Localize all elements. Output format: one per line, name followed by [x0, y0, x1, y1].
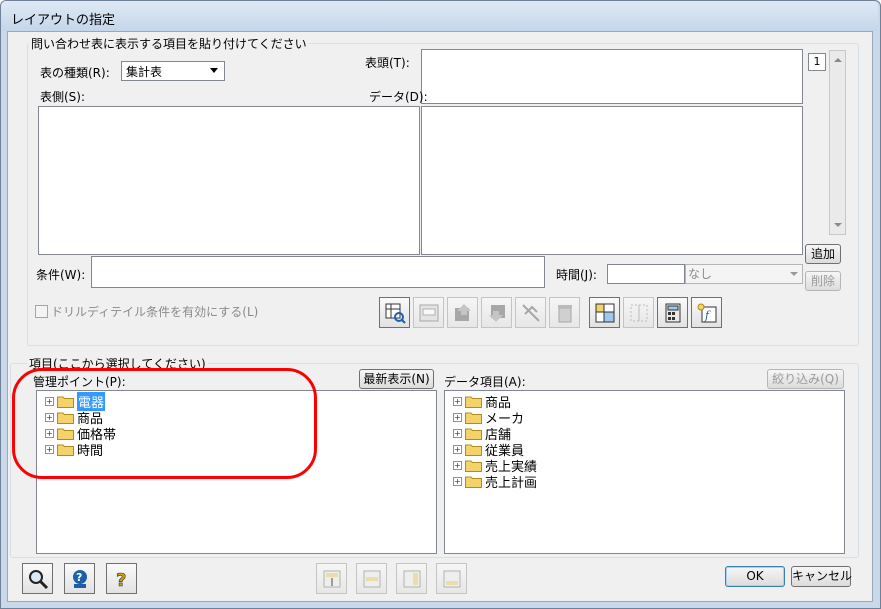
- folder-icon: [465, 412, 482, 424]
- paste-group-label: 問い合わせ表に表示する項目を貼り付けてください: [29, 35, 309, 52]
- svg-text:?: ?: [76, 571, 82, 584]
- folder-icon: [465, 460, 482, 472]
- chevron-down-icon: [790, 272, 798, 276]
- expand-plus-icon[interactable]: +: [453, 412, 462, 422]
- table-type-value: 集計表: [126, 64, 163, 79]
- insert-bottom-icon[interactable]: [436, 563, 467, 594]
- time-select-value: なし: [688, 267, 713, 281]
- title-bar[interactable]: レイアウトの指定: [1, 1, 878, 31]
- filter-button[interactable]: 絞り込み(Q): [767, 369, 844, 389]
- folder-icon: [465, 396, 482, 408]
- data-items-tree[interactable]: + 商品 + メーカ + 店舗 + 従業員 + 売上実績 + 売上計画: [444, 390, 845, 554]
- time-input[interactable]: [607, 264, 685, 284]
- expand-plus-icon[interactable]: +: [453, 428, 462, 438]
- ok-button[interactable]: OK: [725, 566, 785, 587]
- preview-layout-icon[interactable]: [379, 297, 410, 328]
- cancel-button[interactable]: キャンセル: [791, 566, 852, 587]
- edit-icon[interactable]: [515, 297, 546, 328]
- head-area[interactable]: [421, 49, 803, 104]
- drill-checkbox[interactable]: [35, 305, 48, 318]
- trash-icon[interactable]: [549, 297, 580, 328]
- expand-plus-icon[interactable]: +: [453, 396, 462, 406]
- add-button[interactable]: 追加: [805, 244, 841, 264]
- insert-right-icon[interactable]: [396, 563, 427, 594]
- drill-checkbox-label: ドリルディテイル条件を有効にする(L): [51, 305, 259, 319]
- scroll-down-icon[interactable]: [834, 223, 842, 227]
- side-area[interactable]: [38, 106, 420, 255]
- data-area[interactable]: [421, 106, 803, 255]
- chevron-down-icon: [210, 68, 218, 73]
- folder-icon: [465, 476, 482, 488]
- split-icon[interactable]: [623, 297, 654, 328]
- page-scrollbar[interactable]: [829, 50, 846, 235]
- expand-plus-icon[interactable]: +: [453, 460, 462, 470]
- search-icon[interactable]: [22, 563, 53, 594]
- move-down-icon[interactable]: [481, 297, 512, 328]
- time-select[interactable]: なし: [685, 264, 803, 284]
- calculator-icon[interactable]: [657, 297, 688, 328]
- insert-left-icon[interactable]: [356, 563, 387, 594]
- window-title: レイアウトの指定: [11, 13, 116, 28]
- time-label: 時間(J):: [556, 268, 597, 282]
- condition-label: 条件(W):: [36, 268, 86, 282]
- table-type-label: 表の種類(R):: [40, 66, 110, 80]
- refresh-button[interactable]: 最新表示(N): [359, 369, 434, 389]
- tree-item[interactable]: + 売上計画: [453, 473, 538, 491]
- scroll-up-icon[interactable]: [834, 58, 842, 62]
- svg-text:?: ?: [116, 570, 126, 590]
- move-up-icon[interactable]: [447, 297, 478, 328]
- expand-plus-icon[interactable]: +: [453, 444, 462, 454]
- folder-icon: [465, 444, 482, 456]
- highlight-annotation: [12, 368, 317, 479]
- side-label: 表側(S):: [40, 90, 86, 104]
- help-person-icon[interactable]: ?: [64, 563, 95, 594]
- folder-icon: [465, 428, 482, 440]
- help-icon[interactable]: ?: [106, 563, 137, 594]
- data-items-label: データ項目(A):: [444, 375, 526, 389]
- data-tree-list: + 商品 + メーカ + 店舗 + 従業員 + 売上実績 + 売上計画: [453, 393, 833, 543]
- page-number-box[interactable]: 1: [808, 53, 826, 71]
- tree-item-label: 売上計画: [485, 475, 538, 491]
- data-label: データ(D):: [369, 90, 428, 104]
- condition-input[interactable]: [91, 256, 545, 288]
- table-type-select[interactable]: 集計表: [121, 61, 225, 81]
- sql-icon[interactable]: [413, 297, 444, 328]
- expand-plus-icon[interactable]: +: [453, 476, 462, 486]
- function-icon[interactable]: f: [691, 297, 722, 328]
- grid-layout-icon[interactable]: [589, 297, 620, 328]
- insert-top-icon[interactable]: [316, 563, 347, 594]
- head-label: 表頭(T):: [365, 56, 410, 70]
- delete-button[interactable]: 削除: [805, 271, 841, 291]
